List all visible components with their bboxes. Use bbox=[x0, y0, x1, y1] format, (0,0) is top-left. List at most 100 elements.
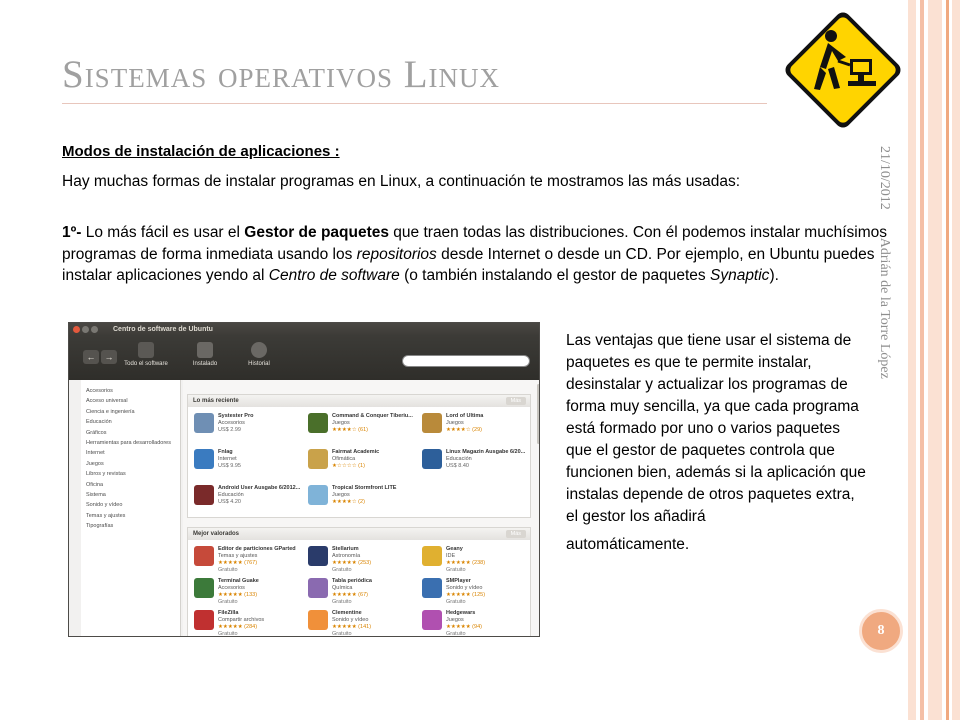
app-rating-or-price: ★★★★★ (284) bbox=[218, 624, 258, 630]
para-bold: Gestor de paquetes bbox=[244, 224, 389, 241]
app-rating-or-price: ★☆☆☆☆ (1) bbox=[332, 463, 365, 469]
category-item: Oficina bbox=[86, 481, 104, 488]
scrollbar bbox=[537, 384, 539, 444]
app-item: FileZilla Compartir archivos ★★★★★ (284) Gr… bbox=[192, 607, 306, 637]
app-rating-or-price: ★★★★☆ (2) bbox=[332, 499, 365, 505]
app-rating-or-price: ★★★★☆ (29) bbox=[446, 427, 482, 433]
app-category: Educación bbox=[218, 492, 244, 498]
app-name: Fnlag bbox=[218, 449, 233, 455]
category-item: Ciencia e ingeniería bbox=[86, 408, 135, 415]
app-price: Gratuito bbox=[218, 631, 238, 637]
app-item: SMPlayer Sonido y vídeo ★★★★★ (125) Gratuit… bbox=[420, 575, 534, 605]
app-rating-or-price: ★★★★★ (253) bbox=[332, 560, 372, 566]
app-category: Educación bbox=[446, 456, 472, 462]
para-italic: repositorios bbox=[356, 245, 437, 263]
app-category: Juegos bbox=[332, 492, 350, 498]
app-item: Android User Ausgabe 6/2012... Educación U… bbox=[192, 482, 306, 510]
app-name: Linux Magazin Ausgabe 6/20... bbox=[446, 449, 526, 455]
app-name: Clementine bbox=[332, 610, 362, 616]
toolbar-history: Historial bbox=[241, 342, 277, 367]
app-category: Química bbox=[332, 585, 353, 591]
app-category: IDE bbox=[446, 553, 456, 559]
app-rating-or-price: ★★★★★ (767) bbox=[218, 560, 258, 566]
app-category: Temas y ajustes bbox=[218, 553, 258, 559]
category-item: Temas y ajustes bbox=[86, 512, 126, 519]
app-rating-or-price: ★★★★★ (67) bbox=[332, 592, 368, 598]
recent-panel: Lo más reciente Más Systester Pro Accesor… bbox=[187, 394, 531, 518]
app-item: Geany IDE ★★★★★ (238) Gratuito bbox=[420, 543, 534, 573]
app-icon bbox=[422, 449, 442, 469]
vertical-footer: 21/10/2012 Adrián de la Torre López bbox=[877, 146, 906, 446]
window-titlebar: Centro de software de Ubuntu bbox=[69, 323, 539, 336]
app-icon bbox=[308, 546, 328, 566]
para-text: ). bbox=[769, 267, 779, 284]
top-rated-panel-header: Mejor valorados Más bbox=[188, 528, 530, 540]
title-divider bbox=[62, 103, 767, 104]
para-italic: Centro de software bbox=[268, 267, 400, 284]
construction-sign-icon bbox=[785, 12, 901, 128]
category-item: Internet bbox=[86, 450, 105, 457]
app-price: Gratuito bbox=[446, 567, 466, 573]
clock-icon bbox=[251, 342, 267, 358]
panel-title: Lo más reciente bbox=[193, 398, 239, 404]
section-subheading: Modos de instalación de aplicaciones : bbox=[62, 143, 340, 160]
toolbar-all-software: Todo el software bbox=[121, 342, 171, 367]
category-item: Juegos bbox=[86, 460, 104, 467]
app-rating-or-price: ★★★★★ (125) bbox=[446, 592, 486, 598]
app-category: Juegos bbox=[446, 420, 464, 426]
app-icon bbox=[194, 449, 214, 469]
slide-author: Adrián de la Torre López bbox=[877, 237, 892, 379]
app-name: Tropical Stormfront LITE bbox=[332, 485, 397, 491]
app-icon bbox=[194, 610, 214, 630]
app-rating-or-price: US$ 8.40 bbox=[446, 463, 469, 469]
close-icon bbox=[73, 326, 80, 333]
app-item: Systester Pro Accesorios US$ 2.99 bbox=[192, 410, 306, 438]
para-italic: Synaptic bbox=[709, 267, 770, 284]
app-name: Command & Conquer Tiberiu... bbox=[332, 413, 413, 419]
app-icon bbox=[308, 449, 328, 469]
app-price: Gratuito bbox=[218, 599, 238, 605]
page-number-badge: 8 bbox=[859, 609, 903, 653]
app-price: Gratuito bbox=[332, 599, 352, 605]
category-item: Acceso universal bbox=[86, 398, 128, 405]
window-title: Centro de software de Ubuntu bbox=[113, 326, 213, 333]
app-item: Linux Magazin Ausgabe 6/20... Educación US… bbox=[420, 446, 534, 474]
method-paragraph: 1º- Lo más fácil es usar el Gestor de pa… bbox=[62, 222, 897, 287]
app-icon bbox=[194, 485, 214, 505]
app-icon bbox=[194, 413, 214, 433]
app-category: Accesorios bbox=[218, 420, 245, 426]
software-center-screenshot: Centro de software de Ubuntu ← → Todo el… bbox=[68, 322, 540, 637]
step-number: 1º- bbox=[62, 224, 82, 241]
app-rating-or-price: US$ 4.20 bbox=[218, 499, 241, 505]
category-item: Sistema bbox=[86, 491, 106, 498]
slide-date: 21/10/2012 bbox=[877, 146, 892, 210]
app-name: Hedgewars bbox=[446, 610, 476, 616]
top-rated-panel: Mejor valorados Más Editor de particione… bbox=[187, 527, 534, 637]
toolbar: ← → Todo el software Instalado Historial bbox=[69, 336, 539, 380]
advantages-body: Las ventajas que tiene usar el sistema d… bbox=[566, 332, 866, 525]
app-category: Accesorios bbox=[218, 585, 245, 591]
more-button: Más bbox=[505, 530, 526, 538]
decorative-stripes bbox=[908, 0, 960, 720]
app-name: SMPlayer bbox=[446, 578, 471, 584]
panel-title: Mejor valorados bbox=[193, 531, 240, 537]
software-box-icon bbox=[138, 342, 154, 358]
category-item: Libros y revistas bbox=[86, 471, 126, 478]
minimize-icon bbox=[82, 326, 89, 333]
stripe bbox=[946, 0, 949, 720]
category-item: Herramientas para desarrolladores bbox=[86, 439, 171, 446]
app-name: Tabla periódica bbox=[332, 578, 372, 584]
category-item: Sonido y vídeo bbox=[86, 502, 123, 509]
app-icon bbox=[422, 546, 442, 566]
app-icon bbox=[422, 413, 442, 433]
app-name: Lord of Ultima bbox=[446, 413, 484, 419]
app-category: Juegos bbox=[446, 617, 464, 623]
app-rating-or-price: ★★★★★ (238) bbox=[446, 560, 486, 566]
forward-arrow-icon: → bbox=[101, 350, 117, 364]
app-icon bbox=[422, 578, 442, 598]
toolbar-label: Historial bbox=[248, 361, 270, 367]
app-item: Editor de particiones GParted Temas y aju… bbox=[192, 543, 306, 573]
app-icon bbox=[422, 610, 442, 630]
stripe bbox=[920, 0, 924, 720]
advantages-text: Las ventajas que tiene usar el sistema d… bbox=[566, 330, 866, 556]
